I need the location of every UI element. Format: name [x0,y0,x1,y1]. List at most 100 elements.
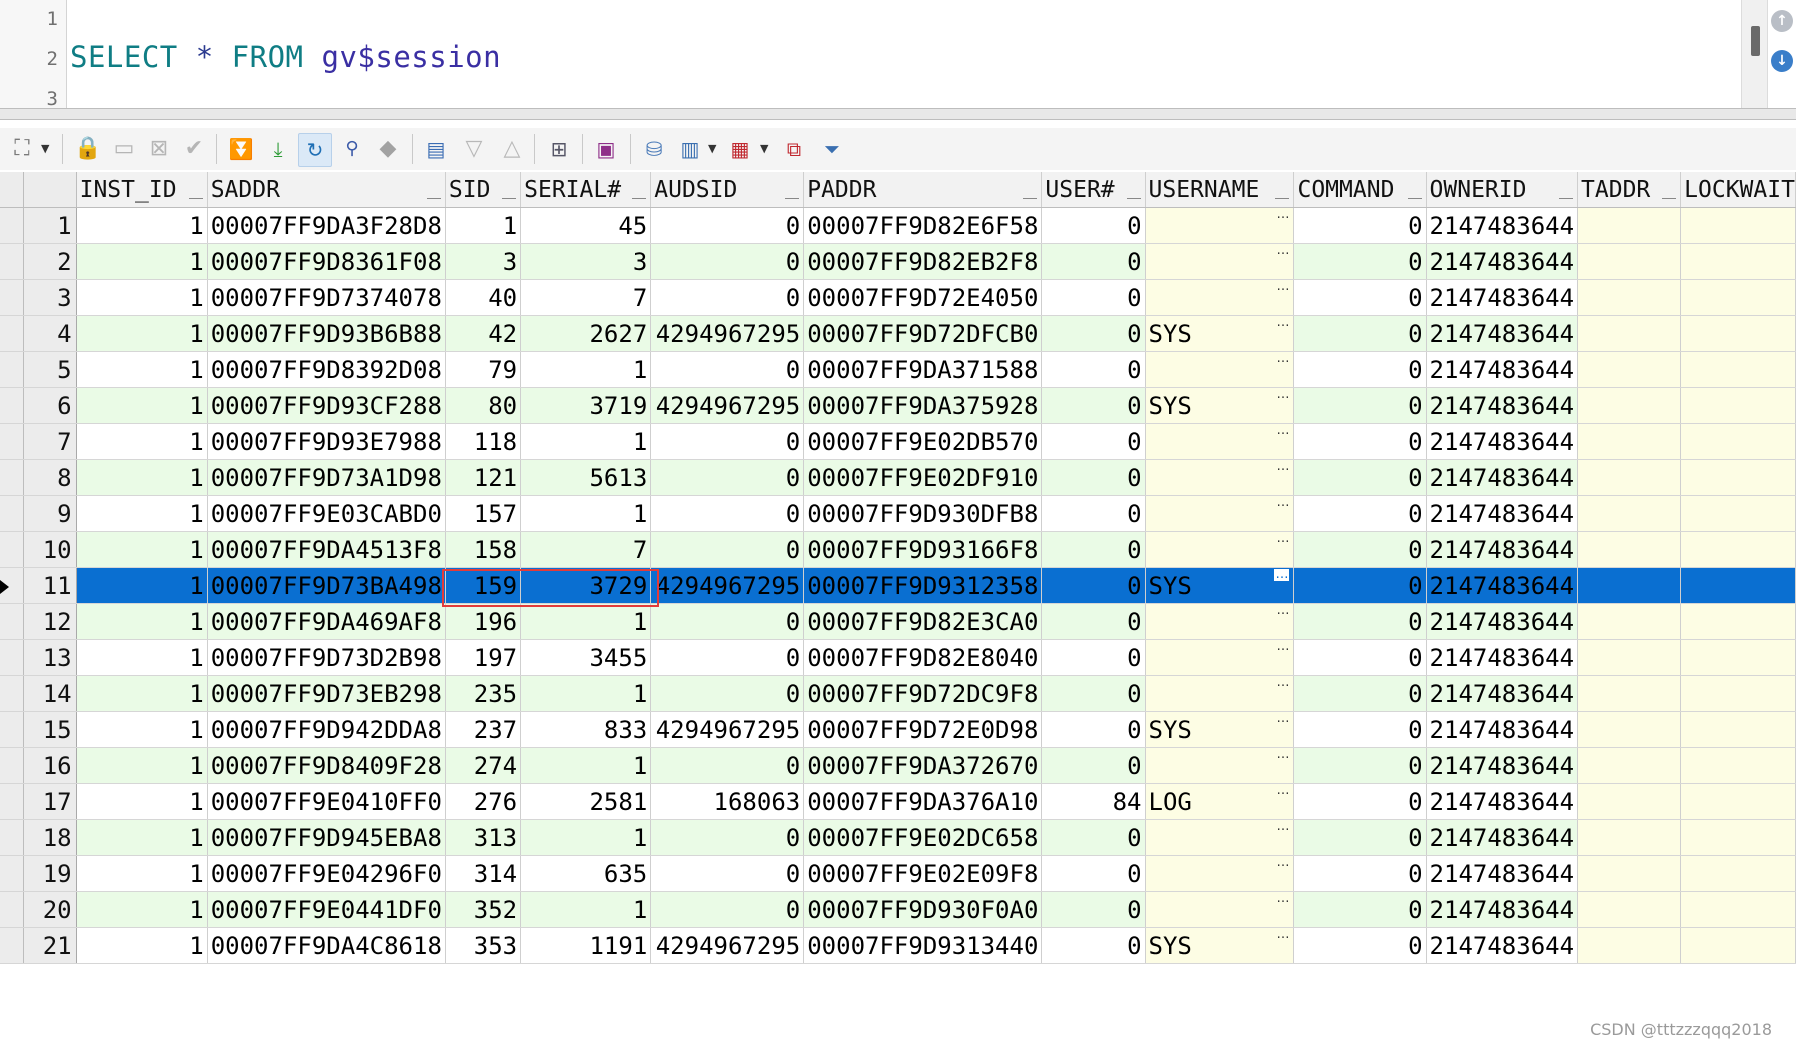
cell-saddr[interactable]: 00007FF9E04296F0 [207,855,446,892]
cell-sid[interactable]: 42 [445,315,522,352]
cell-audsid[interactable]: 4294967295 [650,387,805,424]
cell-ownerid[interactable]: 2147483644 [1426,783,1579,820]
cell-username[interactable]: SYS… [1145,387,1295,424]
cell-command[interactable]: 0 [1293,783,1427,820]
editor-splitter[interactable] [0,108,1796,120]
editor-scrollbar[interactable] [1741,0,1768,108]
cell-audsid[interactable]: 0 [650,747,805,784]
arrow-up-icon[interactable]: ↑ [1771,10,1793,32]
cell-sid[interactable]: 235 [445,675,522,712]
row-number[interactable]: 12 [23,603,77,640]
cell-username[interactable]: … [1145,675,1295,712]
cell-serial[interactable]: 1 [520,819,652,856]
ellipsis-icon[interactable]: … [1276,460,1289,473]
cell-lockwait[interactable] [1680,819,1796,856]
cell-serial[interactable]: 1191 [520,927,652,964]
cell-command[interactable]: 0 [1293,711,1427,748]
row-indicator[interactable] [0,207,25,244]
cell-saddr[interactable]: 00007FF9E03CABD0 [207,495,446,532]
cell-ownerid[interactable]: 2147483644 [1426,351,1579,388]
cell-user-num[interactable]: 0 [1041,603,1146,640]
cell-audsid[interactable]: 4294967295 [650,711,805,748]
cell-audsid[interactable]: 0 [650,495,805,532]
cell-saddr[interactable]: 00007FF9D8409F28 [207,747,446,784]
cell-sid[interactable]: 121 [445,459,522,496]
ellipsis-icon[interactable]: … [1276,316,1289,329]
cell-command[interactable]: 0 [1293,459,1427,496]
grid-corner[interactable] [0,172,25,208]
row-indicator[interactable] [0,423,25,460]
chart-icon[interactable]: ▥ [674,133,706,165]
cell-serial[interactable]: 7 [520,531,652,568]
lock-icon[interactable]: 🔒 [72,133,104,165]
row-number[interactable]: 10 [23,531,77,568]
cell-taddr[interactable] [1577,567,1682,604]
cell-inst-id[interactable]: 1 [76,459,208,496]
table-row[interactable]: 7 1 00007FF9D93E7988 118 1 0 00007FF9E02DB570 0… [0,423,1796,460]
cell-taddr[interactable] [1577,639,1682,676]
row-number[interactable]: 3 [23,279,77,316]
row-indicator[interactable] [0,351,25,388]
cell-paddr[interactable]: 00007FF9D82EB2F8 [803,243,1043,280]
cell-command[interactable]: 0 [1293,819,1427,856]
cell-taddr[interactable] [1577,747,1682,784]
cell-audsid[interactable]: 4294967295 [650,567,805,604]
row-indicator[interactable] [0,603,25,640]
cell-taddr[interactable] [1577,387,1682,424]
cell-inst-id[interactable]: 1 [76,747,208,784]
table-row[interactable]: 2 1 00007FF9D8361F08 3 3 0 00007FF9D82EB2F8 0… 0… [0,243,1796,280]
cell-sid[interactable]: 197 [445,639,522,676]
cell-lockwait[interactable] [1680,351,1796,388]
cell-serial[interactable]: 2627 [520,315,652,352]
cell-paddr[interactable]: 00007FF9DA376A10 [803,783,1043,820]
query-by-example-icon[interactable]: ▤ [420,133,452,165]
cell-paddr[interactable]: 00007FF9D82E8040 [803,639,1043,676]
ellipsis-icon[interactable]: … [1276,388,1289,401]
cell-ownerid[interactable]: 2147483644 [1426,279,1579,316]
cell-taddr[interactable] [1577,603,1682,640]
cell-username[interactable]: … [1145,819,1295,856]
cell-sid[interactable]: 314 [445,855,522,892]
cell-taddr[interactable] [1577,243,1682,280]
cell-sid[interactable]: 313 [445,819,522,856]
cell-inst-id[interactable]: 1 [76,711,208,748]
row-number[interactable]: 2 [23,243,77,280]
cell-username[interactable]: … [1145,531,1295,568]
cell-command[interactable]: 0 [1293,891,1427,928]
cell-inst-id[interactable]: 1 [76,891,208,928]
cell-lockwait[interactable] [1680,711,1796,748]
cell-serial[interactable]: 833 [520,711,652,748]
table-row[interactable]: 9 1 00007FF9E03CABD0 157 1 0 00007FF9D930DFB8 0… [0,495,1796,532]
cell-paddr[interactable]: 00007FF9D9313440 [803,927,1043,964]
row-indicator[interactable] [0,747,25,784]
cell-lockwait[interactable] [1680,927,1796,964]
cell-inst-id[interactable]: 1 [76,315,208,352]
cell-taddr[interactable] [1577,279,1682,316]
cell-user-num[interactable]: 0 [1041,711,1146,748]
cell-serial[interactable]: 1 [520,891,652,928]
row-indicator[interactable] [0,243,25,280]
row-indicator[interactable] [0,675,25,712]
cell-inst-id[interactable]: 1 [76,819,208,856]
cell-ownerid[interactable]: 2147483644 [1426,387,1579,424]
cell-inst-id[interactable]: 1 [76,279,208,316]
cell-ownerid[interactable]: 2147483644 [1426,495,1579,532]
column-header-lockwait[interactable]: LOCKWAIT [1680,172,1796,208]
chevron-down-icon[interactable]: ▼ [760,142,770,156]
cell-saddr[interactable]: 00007FF9D93CF288 [207,387,446,424]
table-row[interactable]: 11 1 00007FF9D73BA498 159 3729 4294967295 0000… [0,567,1796,604]
table-row[interactable]: 19 1 00007FF9E04296F0 314 635 0 00007FF9E02E09… [0,855,1796,892]
cell-inst-id[interactable]: 1 [76,603,208,640]
cell-saddr[interactable]: 00007FF9DA4C8618 [207,927,446,964]
cell-user-num[interactable]: 0 [1041,207,1146,244]
cell-command[interactable]: 0 [1293,423,1427,460]
cell-lockwait[interactable] [1680,891,1796,928]
cell-serial[interactable]: 3729 [520,567,652,604]
table-row[interactable]: 20 1 00007FF9E0441DF0 352 1 0 00007FF9D930F0A0… [0,891,1796,928]
cell-sid[interactable]: 237 [445,711,522,748]
cell-sid[interactable]: 118 [445,423,522,460]
column-header-ownerid[interactable]: OWNERID [1426,172,1579,208]
cell-user-num[interactable]: 0 [1041,243,1146,280]
row-number[interactable]: 8 [23,459,77,496]
table-row[interactable]: 16 1 00007FF9D8409F28 274 1 0 00007FF9DA372670… [0,747,1796,784]
